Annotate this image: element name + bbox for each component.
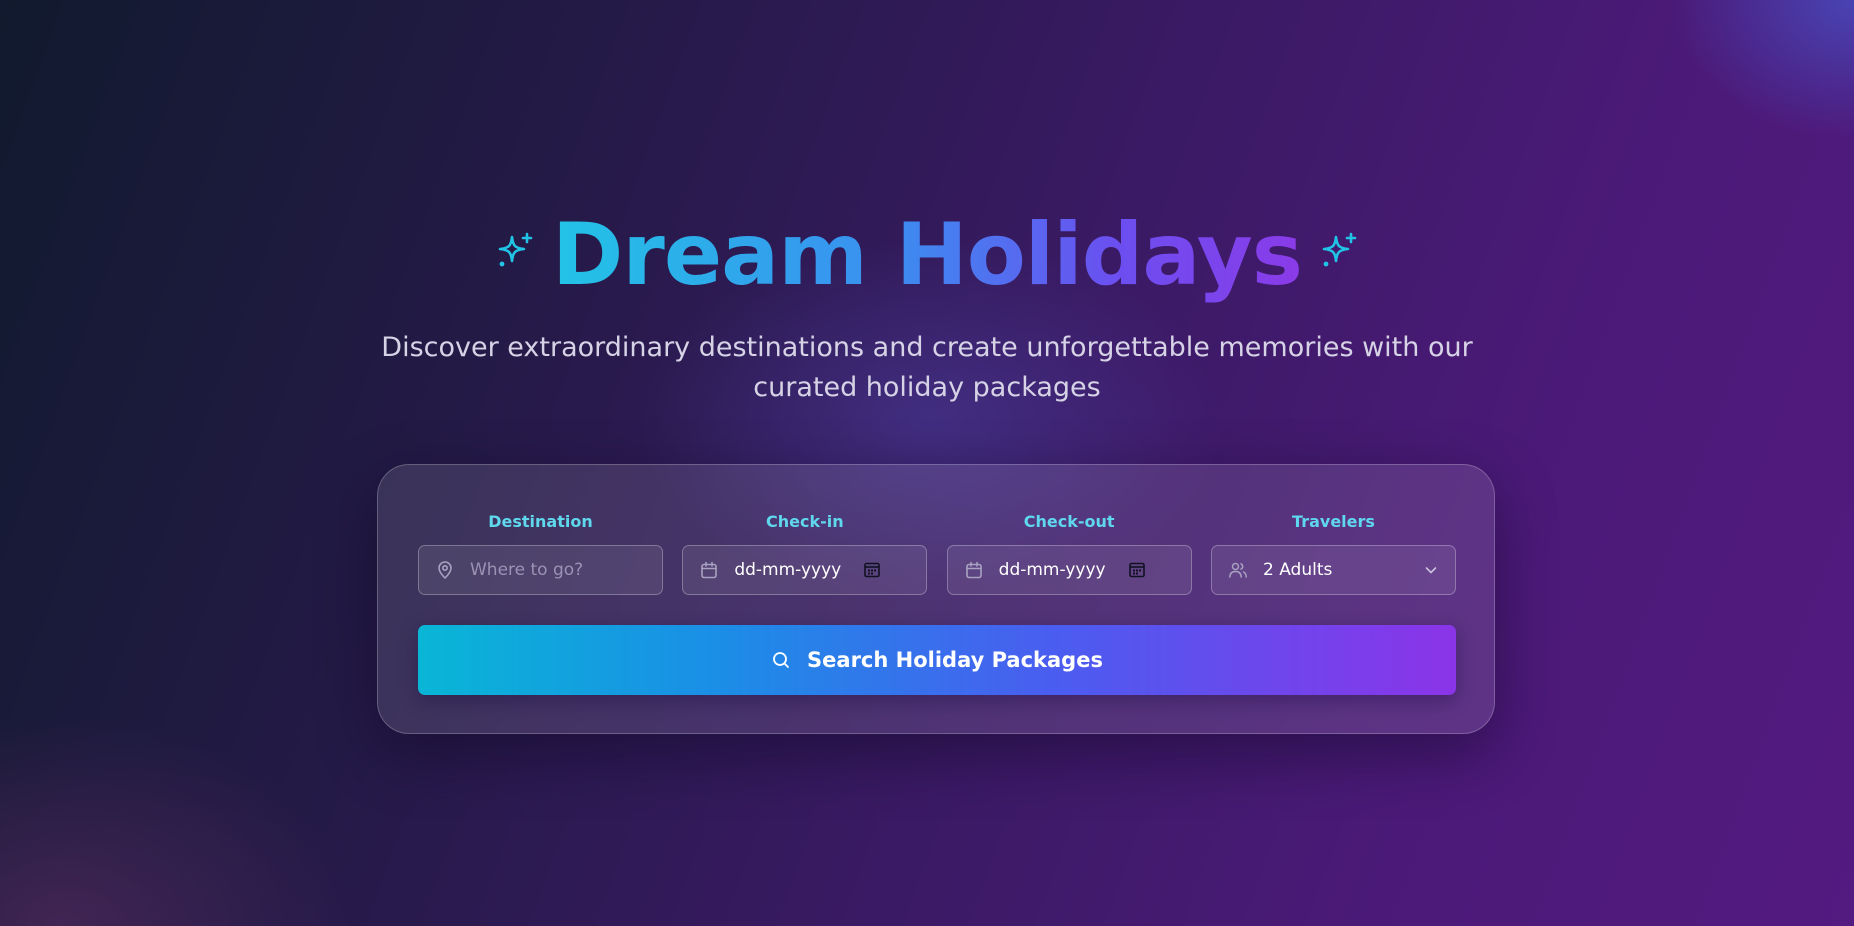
check-out-label: Check-out bbox=[1023, 512, 1115, 531]
destination-placeholder: Where to go? bbox=[470, 560, 584, 580]
check-in-value: dd-mm-yyyy bbox=[734, 560, 842, 580]
page-title: Dream Holidays bbox=[552, 200, 1303, 310]
search-fields: Destination Where to go? Check-in dd-mm-… bbox=[418, 511, 1456, 595]
travelers-field-group: Travelers 2 Adults bbox=[1210, 511, 1456, 595]
date-picker-icon[interactable] bbox=[1128, 561, 1146, 579]
chevron-down-icon bbox=[1425, 567, 1437, 574]
title-row: Dream Holidays bbox=[0, 200, 1854, 310]
search-packages-button[interactable]: Search Holiday Packages bbox=[418, 625, 1456, 695]
map-pin-icon bbox=[438, 561, 452, 579]
date-picker-icon[interactable] bbox=[863, 561, 881, 579]
destination-field-group: Destination Where to go? bbox=[418, 511, 663, 595]
hero-section: Dream Holidays Discover extraordinary de… bbox=[0, 200, 1854, 408]
destination-label: Destination bbox=[488, 512, 593, 531]
calendar-icon bbox=[701, 561, 718, 579]
search-icon bbox=[773, 652, 789, 668]
check-out-input[interactable]: dd-mm-yyyy bbox=[946, 545, 1192, 595]
sparkle-icon bbox=[498, 232, 533, 267]
travelers-label: Travelers bbox=[1292, 512, 1375, 531]
check-in-field-group: Check-in dd-mm-yyyy bbox=[682, 511, 928, 595]
travelers-selected-value: 2 Adults bbox=[1262, 560, 1333, 580]
check-in-label: Check-in bbox=[766, 512, 844, 531]
check-out-field-group: Check-out dd-mm-yyyy bbox=[946, 511, 1192, 595]
check-in-input[interactable]: dd-mm-yyyy bbox=[682, 545, 928, 595]
page-subtitle: Discover extraordinary destinations and … bbox=[381, 332, 1473, 403]
check-out-value: dd-mm-yyyy bbox=[998, 560, 1106, 580]
sparkle-icon bbox=[1322, 232, 1357, 267]
calendar-icon bbox=[965, 561, 982, 579]
users-icon bbox=[1229, 562, 1248, 578]
search-card: Destination Where to go? Check-in dd-mm-… bbox=[377, 464, 1495, 734]
destination-input[interactable]: Where to go? bbox=[418, 545, 663, 595]
travelers-select[interactable]: 2 Adults bbox=[1210, 545, 1456, 595]
search-button-label: Search Holiday Packages bbox=[807, 648, 1103, 672]
